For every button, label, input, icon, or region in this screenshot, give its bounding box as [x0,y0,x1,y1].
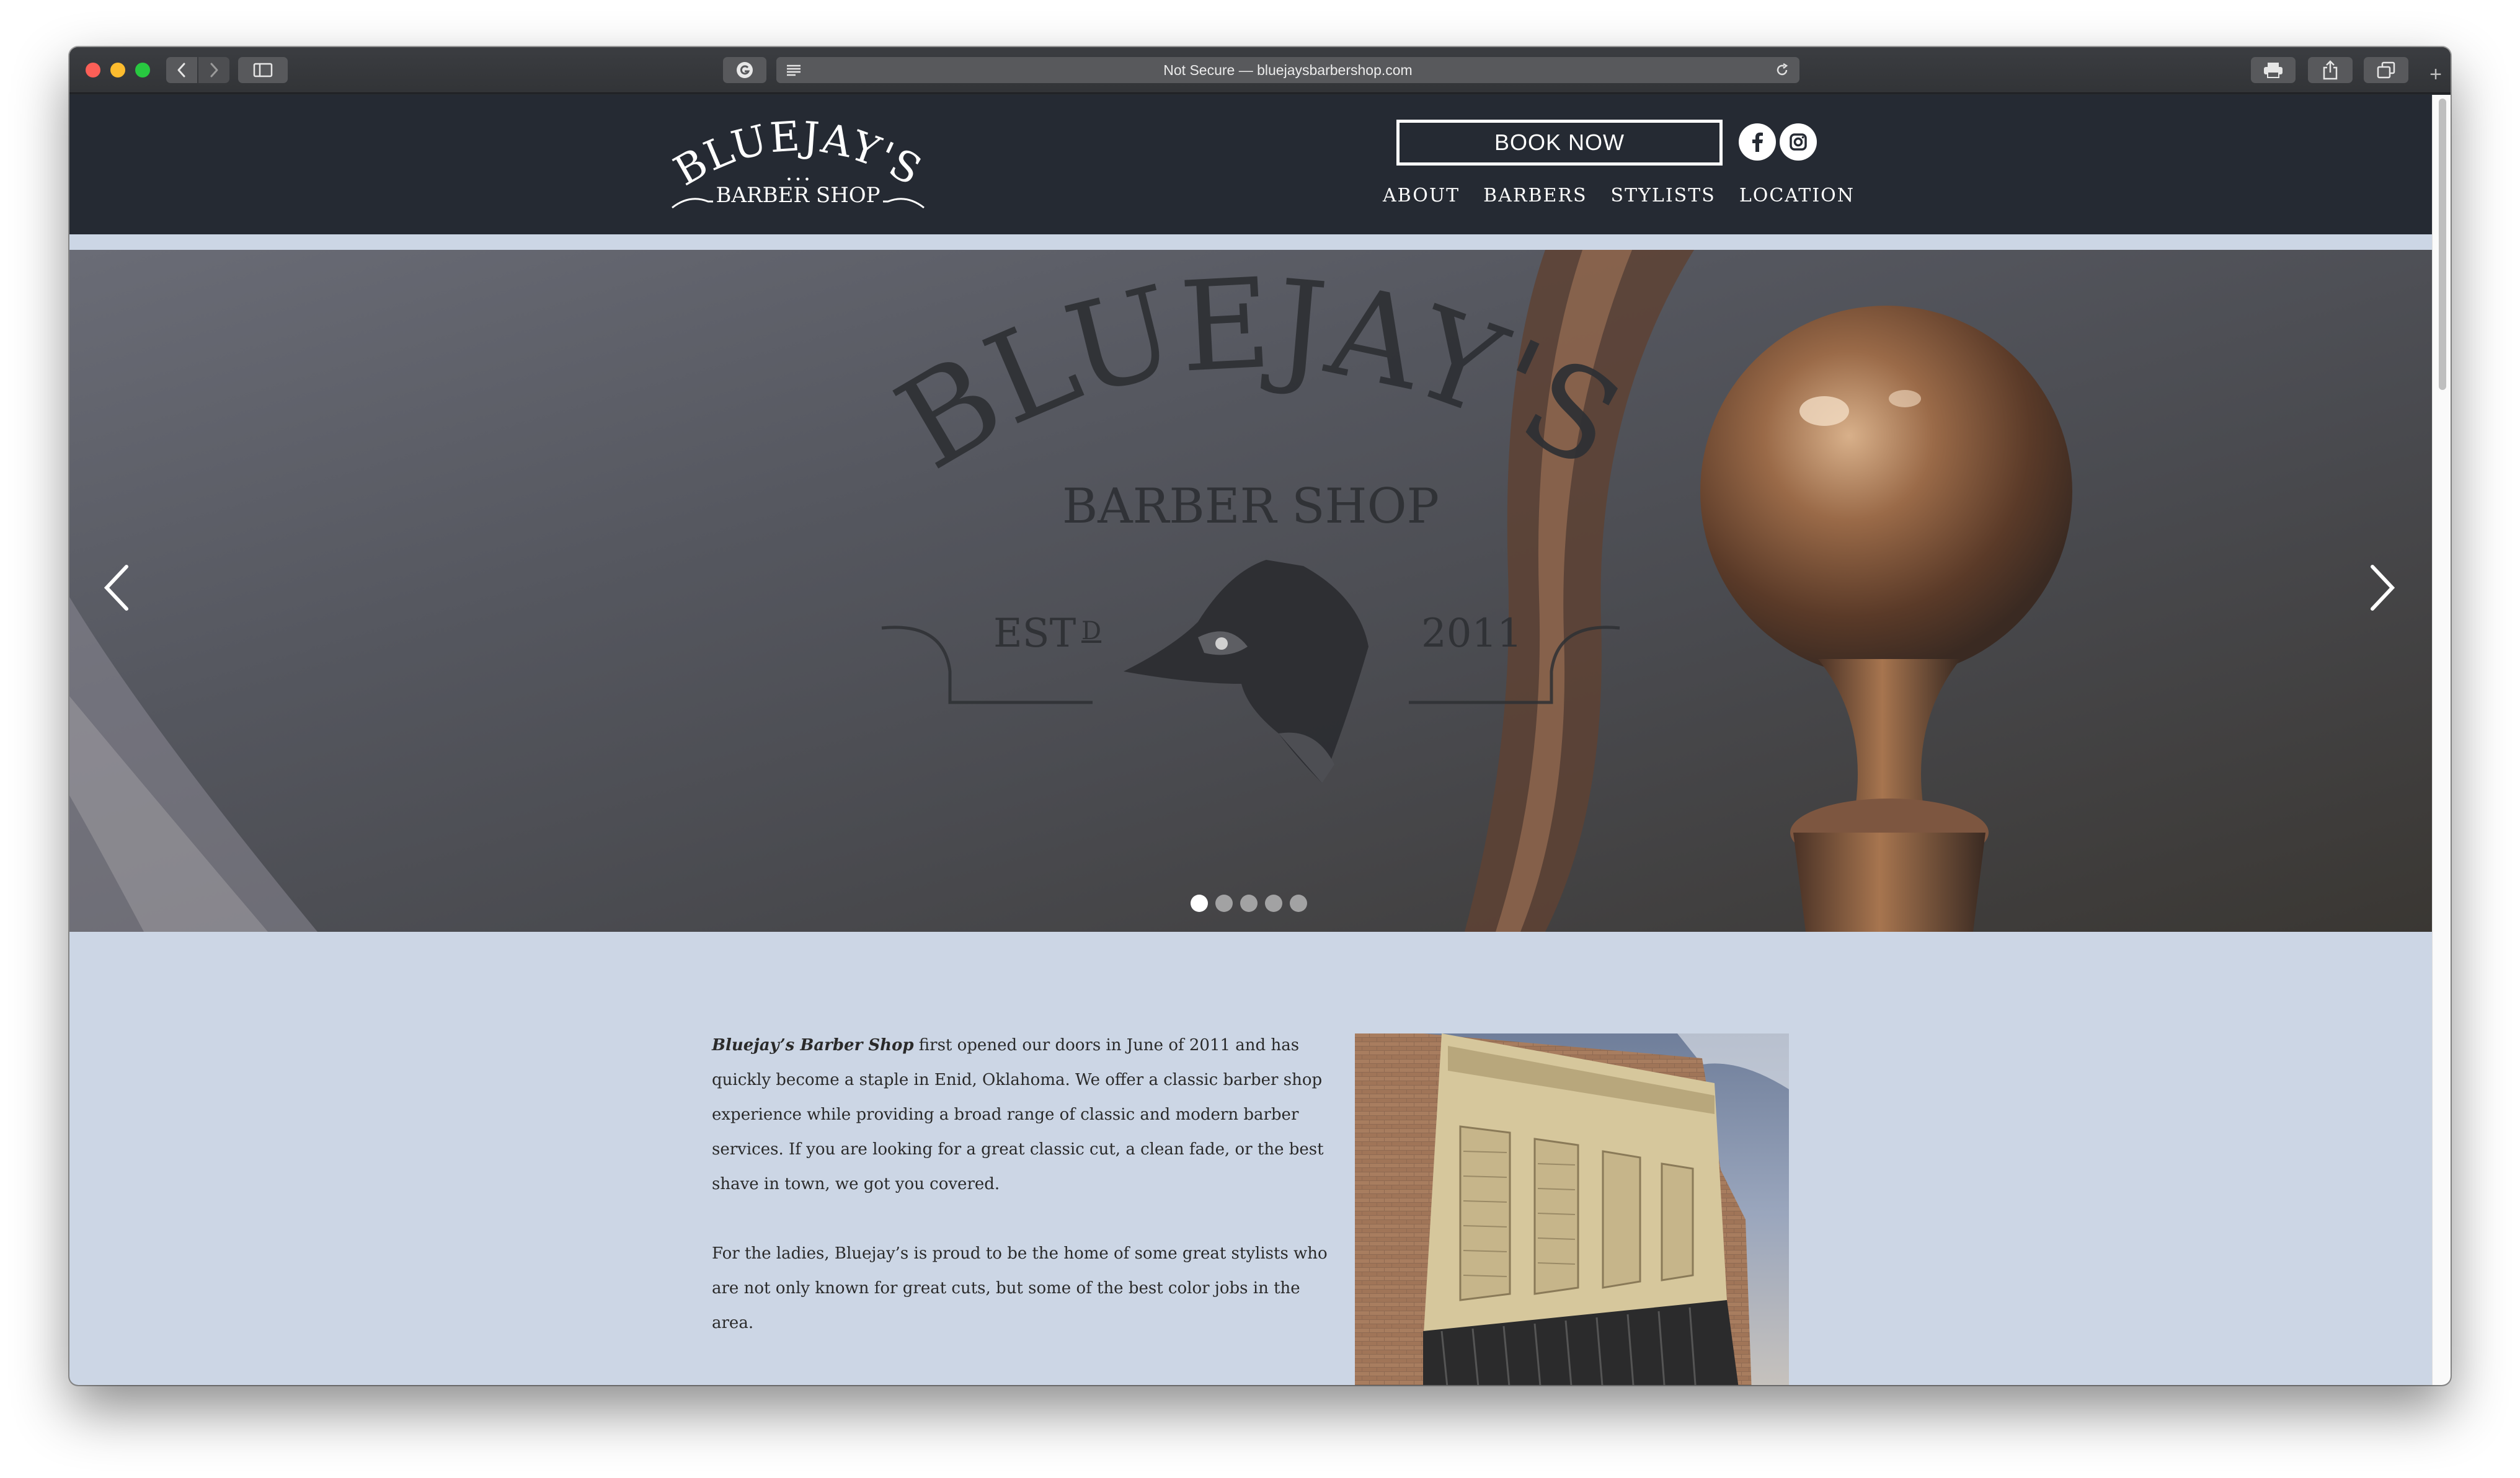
nav-stylists[interactable]: STYLISTS [1611,185,1716,206]
new-tab-button[interactable]: + [2423,62,2448,87]
chevron-left-icon [177,63,185,77]
back-button[interactable] [166,57,197,83]
slider-dot-3[interactable] [1240,895,1258,912]
scrollbar-thumb[interactable] [2439,99,2446,390]
page-viewport: BLUEJAY'S • • • BARBER SHOP BOOK NOW ABO… [69,95,2432,1385]
slider-dot-1[interactable] [1191,895,1208,912]
reader-view-button[interactable] [776,57,811,83]
tabs-overview-icon [2377,61,2395,79]
main-nav: ABOUT BARBERS STYLISTS LOCATION [1383,185,1878,206]
chevron-left-icon [104,565,128,611]
hero-year: 2011 [1421,611,1522,657]
hero-estd: EST [993,611,1076,657]
instagram-link[interactable] [1780,123,1817,161]
intro-paragraph-2: For the ladies, Bluejay’s is proud to be… [712,1244,1328,1332]
address-bar[interactable]: Not Secure — bluejaysbarbershop.com [776,57,1799,83]
print-button[interactable] [2251,57,2296,83]
slider-next-button[interactable] [2361,557,2405,619]
grammarly-icon [737,62,753,78]
grammarly-extension-button[interactable] [723,57,766,83]
browser-toolbar: Not Secure — bluejaysbarbershop.com + [69,47,2451,94]
site-header: BLUEJAY'S • • • BARBER SHOP BOOK NOW ABO… [69,95,2432,234]
address-text: Not Secure — bluejaysbarbershop.com [1163,62,1413,78]
hero-slide-image: BLUEJAY'S BARBER SHOP EST D 2011 [69,250,2432,932]
facebook-icon [1752,132,1763,152]
printer-icon [2264,63,2283,78]
reader-icon [787,64,801,76]
close-window-button[interactable] [86,63,100,77]
slider-dot-5[interactable] [1290,895,1307,912]
nav-location[interactable]: LOCATION [1739,185,1855,206]
share-button[interactable] [2308,57,2353,83]
intro-text: Bluejay’s Barber Shop first opened our d… [712,1028,1332,1375]
hero-slider: BLUEJAY'S BARBER SHOP EST D 2011 [69,250,2432,932]
chevron-right-icon [210,63,218,77]
intro-paragraph-1: Bluejay’s Barber Shop first opened our d… [712,1028,1332,1201]
minimize-window-button[interactable] [110,63,125,77]
show-tabs-button[interactable] [2364,57,2408,83]
intro-shop-name: Bluejay’s Barber Shop [712,1036,914,1055]
page-scrollbar[interactable] [2432,95,2451,1385]
nav-barbers[interactable]: BARBERS [1483,185,1587,206]
slider-dots [1191,895,1307,912]
browser-window: Not Secure — bluejaysbarbershop.com + BL… [69,47,2451,1385]
chevron-right-icon [2371,565,2395,611]
site-logo[interactable]: BLUEJAY'S • • • BARBER SHOP [665,112,931,213]
nav-about[interactable]: ABOUT [1383,185,1460,206]
slider-dot-4[interactable] [1265,895,1282,912]
forward-button[interactable] [198,57,229,83]
hero-logo-sub: BARBER SHOP [1062,479,1439,534]
intro-paragraph-1-text: first opened our doors in June of 2011 a… [712,1036,1324,1193]
storefront-photo [1355,1033,1789,1385]
slider-prev-button[interactable] [94,557,138,619]
sidebar-toggle-button[interactable] [238,57,288,83]
logo-sub-text: BARBER SHOP [716,183,880,208]
reload-icon[interactable] [1775,63,1790,81]
slider-dot-2[interactable] [1215,895,1233,912]
share-icon [2323,60,2338,80]
instagram-icon [1790,133,1807,151]
zoom-window-button[interactable] [135,63,150,77]
book-now-button[interactable]: BOOK NOW [1396,120,1723,166]
sidebar-icon [253,63,273,77]
hero-estd-d: D [1081,617,1101,645]
facebook-link[interactable] [1739,123,1776,161]
